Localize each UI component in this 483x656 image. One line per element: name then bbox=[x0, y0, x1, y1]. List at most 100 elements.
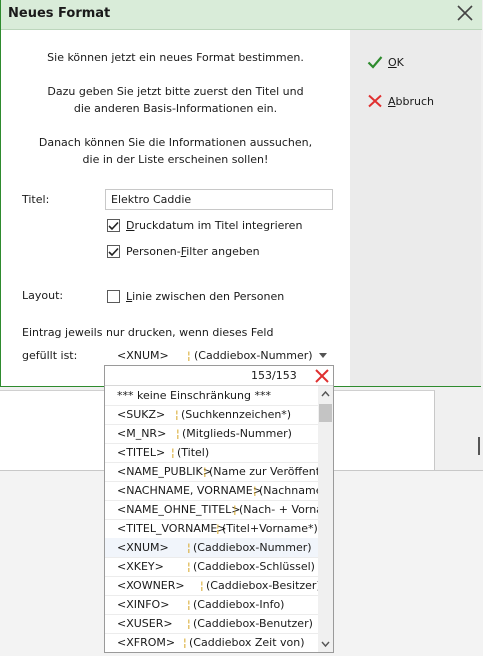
option-code: <NAME_PUBLIK> bbox=[117, 465, 212, 478]
intro-line-3: die anderen Basis-Informationen ein. bbox=[73, 102, 278, 115]
dropdown-count: 153/153 bbox=[251, 369, 297, 382]
option-separator: ¦ bbox=[187, 598, 191, 611]
dropdown-option[interactable]: *** keine Einschränkung *** bbox=[105, 386, 318, 406]
filter-field-select[interactable]: <XNUM> ¦ (Caddiebox-Nummer) bbox=[105, 346, 334, 367]
ok-button[interactable]: OK bbox=[367, 53, 404, 71]
option-separator: ¦ bbox=[175, 408, 179, 421]
dropdown-option[interactable]: <XINFO> ¦ (Caddiebox-Info) bbox=[105, 595, 318, 615]
option-code: <XNUM> bbox=[117, 541, 169, 554]
checkbox-label: Personen-Filter angeben bbox=[126, 245, 260, 258]
option-code: <XOWNER> bbox=[117, 579, 185, 592]
option-code: <TITEL> bbox=[117, 446, 166, 459]
option-description: (Caddiebox-Schlüssel) bbox=[193, 560, 315, 573]
dropdown-option[interactable]: <XOWNER> ¦ (Caddiebox-Besitzer) bbox=[105, 576, 318, 596]
checkmark-icon bbox=[108, 247, 119, 256]
checkbox-linie[interactable]: Linie zwischen den Personen bbox=[107, 290, 284, 303]
scroll-up-button[interactable] bbox=[318, 386, 333, 402]
dropdown-option[interactable]: <SUKZ> ¦ (Suchkennzeichen*) bbox=[105, 405, 318, 425]
intro-line-4: Danach können Sie die Informationen auss… bbox=[38, 136, 313, 149]
option-separator: ¦ bbox=[233, 503, 237, 516]
layout-label: Layout: bbox=[22, 289, 64, 302]
select-description: (Caddiebox-Nummer) bbox=[194, 349, 313, 362]
option-description: (Suchkennzeichen*) bbox=[181, 408, 292, 421]
checkbox-box[interactable] bbox=[107, 290, 120, 303]
option-description: (Caddiebox Zeit von) bbox=[189, 636, 305, 649]
chevron-down-icon bbox=[319, 353, 327, 358]
option-code: <NAME_OHNE_TITEL> bbox=[117, 503, 241, 516]
checkbox-box[interactable] bbox=[107, 219, 120, 232]
scroll-thumb[interactable] bbox=[319, 404, 332, 422]
filter-label-line-2: gefüllt ist: bbox=[22, 349, 78, 362]
option-separator: ¦ bbox=[216, 522, 220, 535]
option-code: <XKEY> bbox=[117, 560, 164, 573]
option-code: <XINFO> bbox=[117, 598, 170, 611]
option-code: <NACHNAME, VORNAME> bbox=[117, 484, 262, 497]
clear-icon bbox=[315, 369, 329, 383]
select-code: <XNUM> bbox=[117, 349, 169, 362]
dropdown-option[interactable]: <TITEL> ¦ (Titel) bbox=[105, 443, 318, 463]
option-separator: ¦ bbox=[200, 579, 204, 592]
option-description: (Caddiebox-Info) bbox=[193, 598, 285, 611]
ok-label: OK bbox=[388, 55, 404, 69]
chevron-down-icon bbox=[321, 641, 330, 648]
option-code: <M_NR> bbox=[117, 427, 167, 440]
checkmark-icon bbox=[367, 56, 383, 69]
dropdown-option[interactable]: <XKEY> ¦ (Caddiebox-Schlüssel) bbox=[105, 557, 318, 577]
select-separator: ¦ bbox=[187, 349, 191, 362]
option-separator: ¦ bbox=[187, 560, 191, 573]
option-code: <XFROM> bbox=[117, 636, 176, 649]
checkbox-box[interactable] bbox=[107, 245, 120, 258]
option-description: (Caddiebox-Benutzer) bbox=[193, 617, 313, 630]
dropdown-option[interactable]: <XNUM> ¦ (Caddiebox-Nummer) bbox=[105, 538, 318, 558]
option-separator: ¦ bbox=[176, 427, 180, 440]
dropdown-option[interactable]: <NAME_PUBLIK> ¦ (Name zur Veröffentl bbox=[105, 462, 318, 482]
cancel-label: Abbruch bbox=[388, 94, 435, 108]
intro-line-1: Sie können jetzt ein neues Format bestim… bbox=[47, 51, 304, 64]
cross-icon bbox=[368, 94, 382, 108]
option-description: (Nachname bbox=[259, 484, 318, 497]
dropdown-option[interactable]: <M_NR> ¦ (Mitglieds-Nummer) bbox=[105, 424, 318, 444]
scroll-down-button[interactable] bbox=[318, 636, 333, 652]
option-description: (Mitglieds-Nummer) bbox=[182, 427, 292, 440]
dropdown-option[interactable]: <XFROM> ¦ (Caddiebox Zeit von) bbox=[105, 633, 318, 652]
option-separator: ¦ bbox=[187, 617, 191, 630]
filter-field-dropdown: 153/153 *** keine Einschränkung *** <SUKZ… bbox=[104, 365, 334, 653]
checkmark-icon bbox=[108, 221, 119, 230]
dropdown-option[interactable]: <NAME_OHNE_TITEL> ¦ (Nach- + Vorna bbox=[105, 500, 318, 520]
dropdown-scrollbar[interactable] bbox=[318, 386, 333, 652]
option-code: <TITEL_VORNAME> bbox=[117, 522, 227, 535]
dropdown-header: 153/153 bbox=[105, 366, 333, 386]
dropdown-option[interactable]: <TITEL_VORNAME> ¦ (Titel+Vorname*) bbox=[105, 519, 318, 539]
checkbox-personen-filter[interactable]: Personen-Filter angeben bbox=[107, 245, 260, 258]
option-description: (Titel+Vorname*) bbox=[222, 522, 318, 535]
option-code: <XUSER> bbox=[117, 617, 173, 630]
action-sidebar bbox=[350, 30, 481, 386]
option-separator: ¦ bbox=[183, 636, 187, 649]
clear-filter-button[interactable] bbox=[314, 368, 330, 384]
option-description: (Titel) bbox=[177, 446, 210, 459]
background-edge-marker bbox=[478, 437, 480, 455]
option-label: *** keine Einschränkung *** bbox=[117, 389, 271, 402]
titel-label: Titel: bbox=[22, 193, 50, 206]
chevron-up-icon bbox=[321, 390, 330, 397]
option-description: (Caddiebox-Nummer) bbox=[193, 541, 312, 554]
option-separator: ¦ bbox=[187, 541, 191, 554]
checkbox-druckdatum[interactable]: Druckdatum im Titel integrieren bbox=[107, 219, 302, 232]
option-description: (Name zur Veröffentl bbox=[209, 465, 318, 478]
option-separator: ¦ bbox=[171, 446, 175, 459]
close-button[interactable] bbox=[453, 3, 477, 25]
cancel-button[interactable]: Abbruch bbox=[367, 92, 434, 110]
dropdown-list: *** keine Einschränkung *** <SUKZ> ¦ (Suchk… bbox=[105, 386, 318, 652]
option-code: <SUKZ> bbox=[117, 408, 166, 421]
checkbox-label: Druckdatum im Titel integrieren bbox=[126, 219, 303, 232]
dropdown-option[interactable]: <XUSER> ¦ (Caddiebox-Benutzer) bbox=[105, 614, 318, 634]
checkbox-label: Linie zwischen den Personen bbox=[126, 290, 285, 303]
intro-line-5: die in der Liste erscheinen sollen! bbox=[82, 153, 269, 166]
close-icon bbox=[457, 5, 473, 21]
intro-line-2: Dazu geben Sie jetzt bitte zuerst den Ti… bbox=[47, 85, 304, 98]
option-description: (Nach- + Vorna bbox=[239, 503, 318, 516]
dropdown-option[interactable]: <NACHNAME, VORNAME> ¦ (Nachname bbox=[105, 481, 318, 501]
option-description: (Caddiebox-Besitzer) bbox=[206, 579, 318, 592]
titel-input[interactable]: Elektro Caddie bbox=[105, 189, 333, 210]
filter-label-line-1: Eintrag jeweils nur drucken, wenn dieses… bbox=[22, 326, 274, 339]
